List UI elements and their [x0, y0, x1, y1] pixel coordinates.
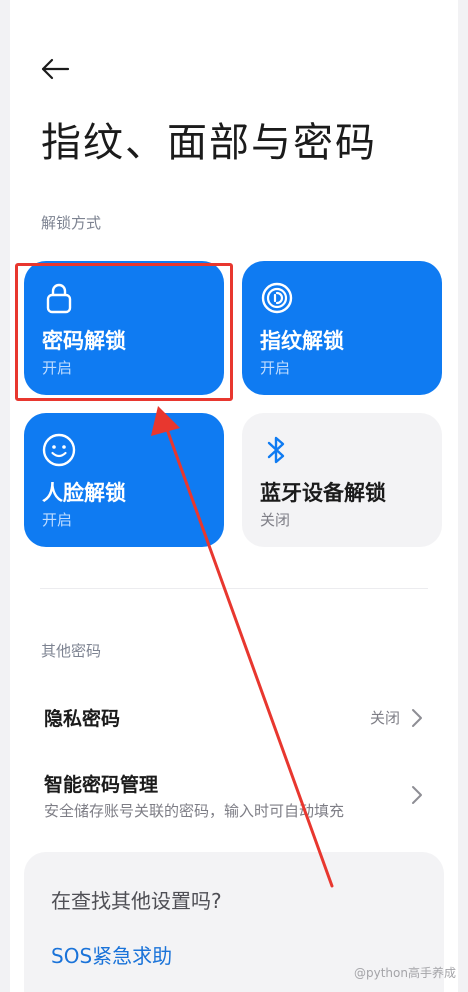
- card-title: 指纹解锁: [260, 329, 344, 353]
- card-title: 蓝牙设备解锁: [260, 481, 386, 505]
- settings-page: 指纹、面部与密码 解锁方式 密码解锁 开启 指纹解锁 开启 人脸解锁 开启 蓝牙…: [10, 0, 458, 992]
- section-label-other: 其他密码: [41, 642, 102, 660]
- section-label-unlock: 解锁方式: [41, 214, 102, 232]
- sos-emergency-link[interactable]: SOS紧急求助: [51, 940, 172, 969]
- row-subtitle: 安全储存账号关联的密码，输入时可自动填充: [44, 802, 345, 820]
- card-status: 开启: [42, 359, 73, 377]
- card-bluetooth-unlock[interactable]: 蓝牙设备解锁 关闭: [242, 413, 442, 547]
- row-smart-password-manager[interactable]: 智能密码管理 安全储存账号关联的密码，输入时可自动填充: [10, 760, 458, 830]
- page-title: 指纹、面部与密码: [41, 120, 377, 166]
- face-icon: [42, 433, 76, 467]
- card-status: 开启: [260, 359, 291, 377]
- card-password-unlock[interactable]: 密码解锁 开启: [24, 261, 224, 395]
- chevron-right-icon: [412, 786, 422, 804]
- watermark: @python高手养成: [354, 966, 456, 980]
- row-value: 关闭: [369, 709, 400, 727]
- row-title: 智能密码管理: [44, 774, 159, 796]
- back-button[interactable]: [40, 54, 76, 84]
- card-title: 人脸解锁: [42, 481, 126, 505]
- row-privacy-password[interactable]: 隐私密码 关闭: [10, 690, 458, 746]
- card-status: 关闭: [260, 511, 291, 529]
- bluetooth-icon: [267, 436, 285, 464]
- lock-icon: [46, 283, 72, 314]
- arrow-left-icon: [41, 58, 70, 80]
- search-suggestion-question: 在查找其他设置吗?: [51, 889, 222, 913]
- divider: [40, 588, 428, 589]
- card-face-unlock[interactable]: 人脸解锁 开启: [24, 413, 224, 547]
- card-fingerprint-unlock[interactable]: 指纹解锁 开启: [242, 261, 442, 395]
- card-title: 密码解锁: [42, 329, 126, 353]
- card-status: 开启: [42, 511, 73, 529]
- fingerprint-icon: [261, 282, 293, 314]
- row-title: 隐私密码: [44, 708, 121, 730]
- chevron-right-icon: [412, 709, 422, 727]
